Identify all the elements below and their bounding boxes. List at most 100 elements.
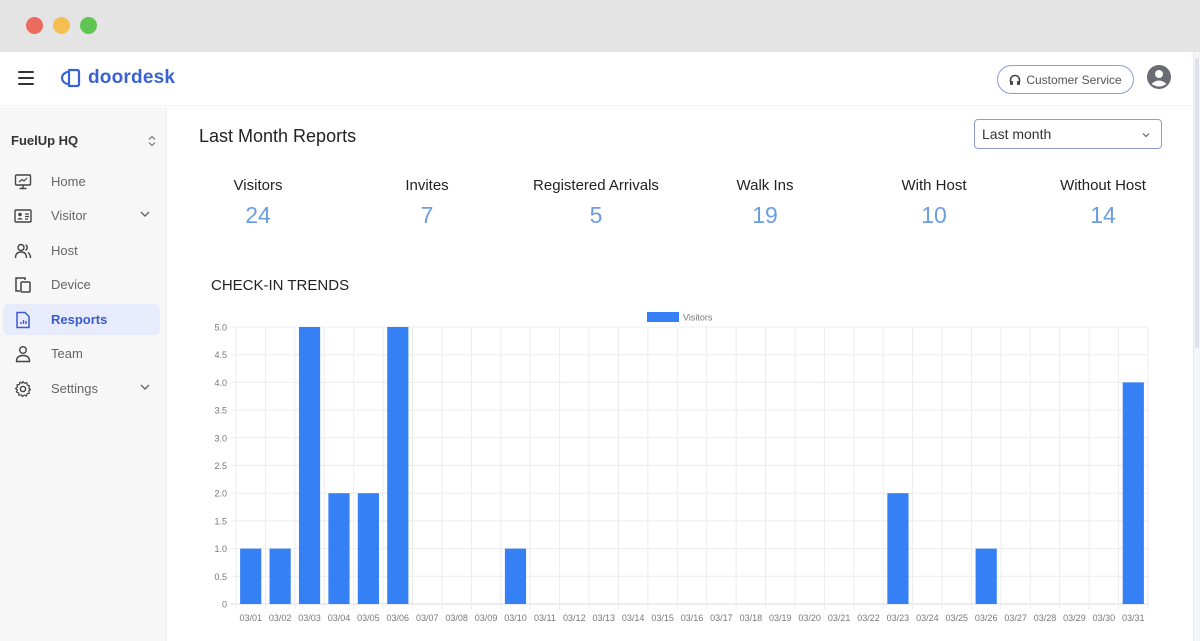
x-tick-label: 03/01 bbox=[239, 613, 262, 623]
close-window-button[interactable] bbox=[26, 17, 43, 34]
stat-value: 14 bbox=[1090, 202, 1116, 228]
id-card-icon bbox=[14, 209, 32, 223]
x-tick-label: 03/12 bbox=[563, 613, 586, 623]
y-tick-label: 1.0 bbox=[214, 544, 227, 554]
x-tick-label: 03/26 bbox=[975, 613, 998, 623]
x-tick-label: 03/14 bbox=[622, 613, 645, 623]
sidebar: FuelUp HQ Home Visitor Host Device Respo… bbox=[0, 107, 167, 641]
date-range-value: Last month bbox=[982, 126, 1052, 142]
stat-with-host: With Host 10 bbox=[854, 177, 1014, 229]
monitor-icon bbox=[14, 174, 32, 190]
sidebar-item-team[interactable]: Team bbox=[3, 338, 160, 369]
y-tick-label: 5.0 bbox=[214, 323, 227, 333]
app-window: doordesk Customer Service FuelUp HQ Home… bbox=[0, 52, 1200, 641]
stat-value: 24 bbox=[245, 202, 271, 228]
legend-label-visitors: Visitors bbox=[683, 313, 713, 323]
bar-03-26 bbox=[975, 548, 997, 604]
chevron-down-icon bbox=[1142, 133, 1150, 138]
y-tick-label: 3.5 bbox=[214, 406, 227, 416]
logo[interactable]: doordesk bbox=[60, 67, 175, 89]
top-header: doordesk Customer Service bbox=[0, 52, 1200, 106]
report-icon bbox=[16, 311, 30, 329]
chevron-down-icon bbox=[140, 211, 150, 217]
x-tick-label: 03/15 bbox=[651, 613, 674, 623]
stat-value: 10 bbox=[921, 202, 947, 228]
bar-03-04 bbox=[328, 493, 350, 604]
customer-service-label: Customer Service bbox=[1026, 72, 1122, 87]
sidebar-item-home[interactable]: Home bbox=[3, 166, 160, 197]
org-name: FuelUp HQ bbox=[11, 133, 79, 148]
stat-label: Visitors bbox=[233, 177, 283, 194]
window-titlebar bbox=[0, 0, 1200, 52]
sidebar-item-settings[interactable]: Settings bbox=[3, 373, 160, 404]
section-title: CHECK-IN TRENDS bbox=[211, 277, 350, 294]
x-tick-label: 03/27 bbox=[1004, 613, 1027, 623]
x-tick-label: 03/09 bbox=[475, 613, 498, 623]
headphones-icon bbox=[1010, 74, 1021, 85]
stat-label: Invites bbox=[405, 177, 449, 194]
stat-label: With Host bbox=[901, 177, 967, 194]
door-logo-icon bbox=[60, 68, 81, 88]
sidebar-item-host[interactable]: Host bbox=[3, 235, 160, 266]
x-tick-label: 03/20 bbox=[798, 613, 821, 623]
stat-value: 7 bbox=[420, 202, 434, 228]
scrollbar[interactable] bbox=[1193, 52, 1200, 641]
x-tick-label: 03/25 bbox=[946, 613, 969, 623]
x-tick-label: 03/21 bbox=[828, 613, 851, 623]
checkin-trends-chart: 0 0.5 1.0 1.5 2.0 2.5 3.0 3.5 4.0 4.5 5.0 03/01 03/0… bbox=[214, 312, 1149, 623]
sidebar-item-label: Settings bbox=[51, 381, 98, 396]
minimize-window-button[interactable] bbox=[53, 17, 70, 34]
main-content: Last Month Reports Last month Visitors 2… bbox=[168, 107, 1193, 641]
x-tick-label: 03/18 bbox=[740, 613, 763, 623]
sidebar-item-device[interactable]: Device bbox=[3, 269, 160, 300]
x-tick-label: 03/03 bbox=[298, 613, 321, 623]
stat-label: Registered Arrivals bbox=[533, 177, 659, 194]
y-tick-label: 1.5 bbox=[214, 516, 227, 526]
x-tick-label: 03/31 bbox=[1122, 613, 1145, 623]
menu-icon[interactable] bbox=[18, 71, 34, 85]
gear-icon bbox=[14, 380, 32, 398]
x-tick-label: 03/24 bbox=[916, 613, 939, 623]
x-tick-label: 03/23 bbox=[887, 613, 910, 623]
x-tick-label: 03/22 bbox=[857, 613, 880, 623]
stat-without-host: Without Host 14 bbox=[1023, 177, 1183, 229]
y-tick-label: 0 bbox=[222, 600, 227, 610]
user-avatar-icon[interactable] bbox=[1147, 65, 1171, 89]
x-tick-label: 03/28 bbox=[1034, 613, 1057, 623]
x-tick-label: 03/05 bbox=[357, 613, 380, 623]
stat-value: 19 bbox=[752, 202, 778, 228]
bar-03-23 bbox=[887, 493, 909, 604]
legend-swatch-visitors bbox=[647, 312, 679, 322]
stat-value: 5 bbox=[589, 202, 603, 228]
sidebar-item-label: Visitor bbox=[51, 208, 87, 223]
bar-03-10 bbox=[504, 548, 527, 604]
sidebar-item-label: Home bbox=[51, 174, 86, 189]
y-tick-label: 0.5 bbox=[214, 572, 227, 582]
sidebar-item-visitor[interactable]: Visitor bbox=[3, 200, 160, 231]
stat-walk-ins: Walk Ins 19 bbox=[685, 177, 845, 229]
y-tick-label: 4.5 bbox=[214, 350, 227, 360]
stat-label: Without Host bbox=[1060, 177, 1146, 194]
sidebar-item-label: Team bbox=[51, 346, 83, 361]
date-range-select[interactable]: Last month bbox=[974, 119, 1162, 149]
y-tick-label: 3.0 bbox=[214, 433, 227, 443]
bar-03-02 bbox=[269, 548, 291, 604]
stat-invites: Invites 7 bbox=[347, 177, 507, 229]
customer-service-button[interactable]: Customer Service bbox=[997, 65, 1134, 94]
users-icon bbox=[14, 243, 32, 259]
bar-03-03 bbox=[298, 327, 321, 604]
x-tick-label: 03/11 bbox=[534, 613, 556, 623]
x-tick-label: 03/04 bbox=[328, 613, 351, 623]
sidebar-item-reports[interactable]: Resports bbox=[3, 304, 160, 335]
x-tick-label: 03/16 bbox=[681, 613, 704, 623]
org-switcher[interactable]: FuelUp HQ bbox=[11, 133, 156, 148]
x-tick-label: 03/29 bbox=[1063, 613, 1086, 623]
y-tick-label: 4.0 bbox=[214, 378, 227, 388]
maximize-window-button[interactable] bbox=[80, 17, 97, 34]
x-tick-label: 03/02 bbox=[269, 613, 292, 623]
x-tick-label: 03/13 bbox=[592, 613, 615, 623]
x-tick-label: 03/07 bbox=[416, 613, 439, 623]
scrollbar-thumb[interactable] bbox=[1195, 58, 1199, 348]
user-icon bbox=[15, 346, 31, 363]
x-tick-label: 03/10 bbox=[504, 613, 527, 623]
